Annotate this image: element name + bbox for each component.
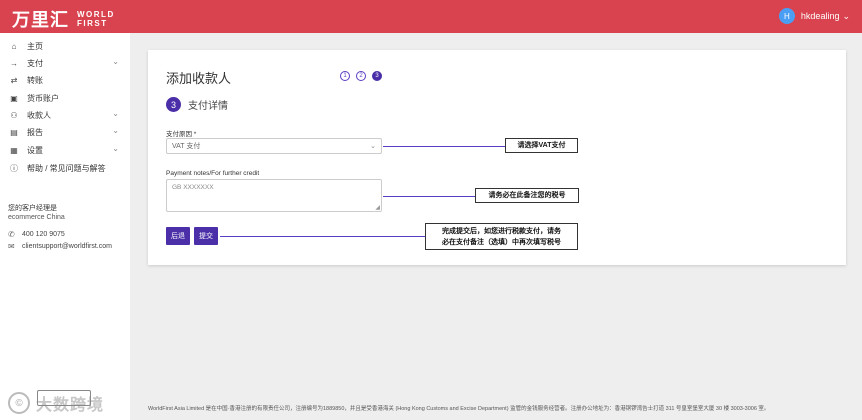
top-header: 万里汇 WORLD FIRST H hkdealing ⌄ (0, 0, 862, 33)
user-menu[interactable]: H hkdealing ⌄ (778, 8, 850, 24)
transfer-icon: ⇄ (10, 75, 18, 85)
step-indicator: 1 2 3 (340, 71, 388, 81)
page-title: 添加收款人 (166, 71, 232, 86)
account-manager-name: ecommerce China (8, 214, 65, 221)
footer-legal: WorldFirst Asia Limited 是在中国·香港注册的有限责任公司… (148, 406, 770, 412)
payment-reason-value: VAT 支付 (172, 143, 201, 150)
hidden-button-outline[interactable] (37, 390, 91, 406)
sidebar-item-settings[interactable]: ▦ 设置 ⌄ (8, 143, 123, 157)
sidebar-item-currency-accounts[interactable]: ▣ 货币账户 (8, 91, 123, 105)
section-number: 3 (166, 97, 181, 112)
home-icon: ⌂ (11, 41, 17, 51)
payment-notes-value: GB XXXXXXX (172, 184, 214, 191)
sidebar-item-payment[interactable]: → 支付 ⌄ (8, 56, 123, 70)
users-icon: ⚇ (10, 110, 18, 120)
chevron-down-icon: ⌄ (112, 126, 119, 135)
annotation-line-submit (220, 236, 425, 237)
step-1[interactable]: 1 (340, 71, 350, 81)
annotation-line-select (383, 146, 505, 147)
contact-email[interactable]: ✉ clientsupport@worldfirst.com (8, 242, 112, 251)
chevron-down-icon: ⌄ (112, 109, 119, 118)
username: hkdealing (800, 11, 840, 21)
annotation-line-notes (383, 196, 475, 197)
section-title: 支付详情 (188, 101, 228, 112)
back-button[interactable]: 后退 (166, 227, 190, 245)
sidebar-item-transfer[interactable]: ⇄ 转账 (8, 73, 123, 87)
annotation-submit-note: 完成提交后，如您进行税款支付，请务 必在支付备注（选填）中再次填写税号 (425, 223, 578, 250)
logo-chinese: 万里汇 (12, 10, 69, 31)
payment-notes-textarea[interactable]: GB XXXXXXX ◢ (166, 179, 382, 212)
sidebar-item-payees[interactable]: ⚇ 收款人 ⌄ (8, 108, 123, 122)
chevron-down-icon: ⌄ (842, 10, 850, 21)
help-icon: ⓘ (10, 163, 18, 173)
payment-reason-select[interactable]: VAT 支付 ⌄ (166, 138, 382, 154)
step-3[interactable]: 3 (372, 71, 382, 81)
annotation-tax-note: 请务必在此备注您的税号 (475, 188, 579, 203)
wallet-icon: ▣ (10, 93, 18, 103)
chevron-down-icon: ⌄ (112, 144, 119, 153)
contact-phone[interactable]: ✆ 400 120 9075 (8, 230, 65, 239)
watermark-icon: © (8, 392, 30, 414)
notes-label: Payment notes/For further credit (166, 170, 260, 177)
chevron-down-icon: ⌄ (370, 143, 376, 150)
sidebar-item-home[interactable]: ⌂ 主页 (8, 39, 123, 53)
logo-english: WORLD FIRST (77, 10, 115, 28)
settings-icon: ▦ (10, 145, 18, 155)
section-header: 3 支付详情 (166, 97, 228, 112)
arrow-right-icon: → (10, 58, 18, 68)
phone-icon: ✆ (8, 230, 15, 239)
reason-label: 支付原因 * (166, 131, 197, 138)
chevron-down-icon: ⌄ (112, 57, 119, 66)
resize-handle-icon[interactable]: ◢ (375, 204, 380, 211)
sidebar: ⌂ 主页 → 支付 ⌄ ⇄ 转账 ▣ 货币账户 ⚇ 收款人 ⌄ ▤ 报告 ⌄ ▦… (0, 33, 130, 420)
account-manager-title: 您的客户经理是 (8, 205, 57, 212)
sidebar-item-help[interactable]: ⓘ 帮助 / 常见问题与解答 (8, 161, 123, 175)
mail-icon: ✉ (8, 242, 15, 251)
avatar: H (778, 8, 795, 24)
sidebar-item-reports[interactable]: ▤ 报告 ⌄ (8, 125, 123, 139)
step-2[interactable]: 2 (356, 71, 366, 81)
annotation-select-vat: 请选择VAT支付 (505, 138, 578, 153)
report-icon: ▤ (10, 127, 18, 137)
worldfirst-logo[interactable]: 万里汇 WORLD FIRST (12, 6, 115, 32)
submit-button[interactable]: 提交 (194, 227, 218, 245)
